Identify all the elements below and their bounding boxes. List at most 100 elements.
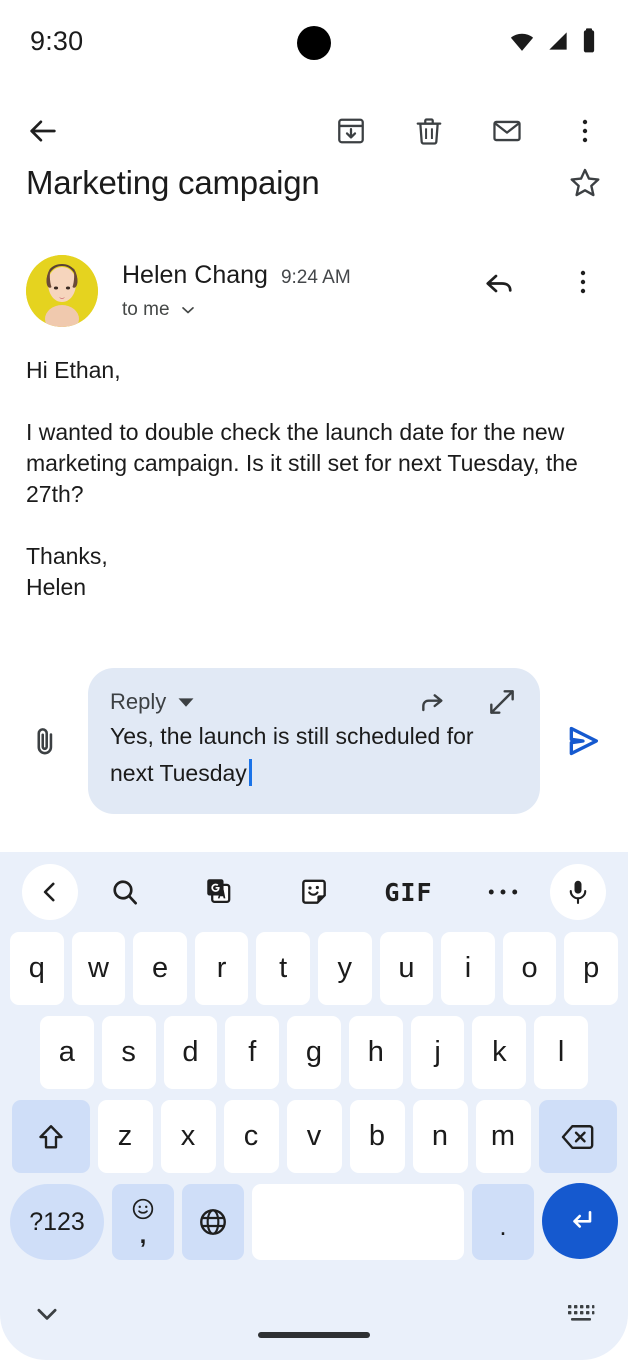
- keyboard-search-button[interactable]: [78, 876, 172, 908]
- archive-button[interactable]: [334, 114, 368, 148]
- back-button[interactable]: [26, 114, 60, 148]
- gif-icon: GIF: [384, 877, 433, 907]
- recipients-row[interactable]: to me: [122, 299, 351, 321]
- toolbar-overflow-button[interactable]: [568, 114, 602, 148]
- keyboard-row-4: ?123 , .: [6, 1183, 622, 1260]
- keyboard-back-button[interactable]: [22, 864, 78, 920]
- attach-button[interactable]: [18, 724, 72, 758]
- key-d[interactable]: d: [163, 1016, 218, 1089]
- key-n[interactable]: n: [412, 1100, 468, 1173]
- key-y[interactable]: y: [318, 932, 372, 1005]
- reply-text-field[interactable]: Yes, the launch is still scheduled for n…: [110, 718, 518, 792]
- system-nav-bar: [0, 1268, 628, 1360]
- key-v[interactable]: v: [286, 1100, 342, 1173]
- compose-bar: Reply Yes, the launch is still scheduled…: [0, 668, 628, 814]
- draft-text: Yes, the launch is still scheduled for n…: [110, 723, 474, 786]
- search-icon: [109, 876, 141, 908]
- key-q[interactable]: q: [10, 932, 64, 1005]
- sender-row: Helen Chang 9:24 AM to me: [0, 255, 628, 327]
- caret-down-icon[interactable]: [177, 693, 195, 711]
- sticker-icon: [298, 876, 330, 908]
- keyboard-translate-button[interactable]: [172, 875, 266, 909]
- reply-button[interactable]: [482, 265, 516, 299]
- key-b[interactable]: b: [349, 1100, 405, 1173]
- key-k[interactable]: k: [472, 1016, 527, 1089]
- keyboard-mic-button[interactable]: [550, 864, 607, 920]
- key-s[interactable]: s: [101, 1016, 156, 1089]
- key-o[interactable]: o: [502, 932, 557, 1005]
- key-c[interactable]: c: [223, 1100, 279, 1173]
- keyboard-gif-button[interactable]: GIF: [361, 878, 455, 907]
- sender-time: 9:24 AM: [280, 267, 351, 288]
- keyboard-more-button[interactable]: [456, 886, 550, 898]
- email-body: Hi Ethan, I wanted to double check the l…: [26, 357, 578, 600]
- home-gesture-bar[interactable]: [258, 1332, 370, 1338]
- emoji-key[interactable]: ,: [112, 1184, 174, 1260]
- trash-icon: [413, 115, 445, 147]
- status-icons: [508, 27, 598, 55]
- switch-keyboard-button[interactable]: [564, 1297, 598, 1331]
- key-a[interactable]: a: [39, 1016, 94, 1089]
- reply-card[interactable]: Reply Yes, the launch is still scheduled…: [88, 668, 540, 814]
- send-button[interactable]: [556, 721, 610, 761]
- symbols-key[interactable]: ?123: [10, 1184, 104, 1260]
- key-u[interactable]: u: [379, 932, 434, 1005]
- key-e[interactable]: e: [133, 932, 187, 1005]
- keyboard-row-2: a s d f g h j k l: [6, 1016, 622, 1089]
- emoji-smile-icon: [130, 1196, 156, 1222]
- message-overflow-button[interactable]: [566, 265, 600, 299]
- enter-key[interactable]: [542, 1183, 618, 1259]
- hide-keyboard-button[interactable]: [30, 1297, 64, 1331]
- avatar[interactable]: [26, 255, 98, 327]
- phone-screen: 9:30 Marketing campaign Helen Chang 9:24…: [0, 0, 628, 1360]
- keyboard-rows: q w e r t y u i o p a s d f g h j k l z …: [0, 932, 628, 1260]
- key-l[interactable]: l: [534, 1016, 589, 1089]
- backspace-key[interactable]: [538, 1100, 617, 1173]
- keyboard-icon: [566, 1301, 596, 1327]
- chevron-down-icon: [32, 1299, 62, 1329]
- key-p[interactable]: p: [564, 932, 618, 1005]
- cellular-signal-icon: [545, 28, 571, 54]
- reply-arrow-icon: [481, 264, 517, 300]
- expand-compose-button[interactable]: [486, 686, 518, 718]
- key-h[interactable]: h: [348, 1016, 403, 1089]
- delete-button[interactable]: [412, 114, 446, 148]
- forward-button[interactable]: [416, 686, 448, 718]
- reply-mode-label[interactable]: Reply: [110, 689, 166, 715]
- app-toolbar: [0, 98, 628, 164]
- key-r[interactable]: r: [194, 932, 249, 1005]
- archive-icon: [335, 115, 367, 147]
- star-button[interactable]: [568, 166, 602, 200]
- key-i[interactable]: i: [441, 932, 495, 1005]
- key-f[interactable]: f: [225, 1016, 280, 1089]
- key-w[interactable]: w: [71, 932, 126, 1005]
- key-g[interactable]: g: [287, 1016, 341, 1089]
- expand-diagonal-icon: [486, 686, 518, 718]
- period-key[interactable]: .: [472, 1184, 534, 1260]
- subject-row: Marketing campaign: [0, 164, 628, 202]
- key-x[interactable]: x: [160, 1100, 216, 1173]
- key-j[interactable]: j: [410, 1016, 465, 1089]
- key-m[interactable]: m: [475, 1100, 531, 1173]
- mark-unread-button[interactable]: [490, 114, 524, 148]
- space-key[interactable]: [252, 1184, 464, 1260]
- globe-icon: [197, 1206, 229, 1238]
- shift-key[interactable]: [11, 1100, 90, 1173]
- key-t[interactable]: t: [256, 932, 310, 1005]
- more-horiz-icon: [487, 886, 519, 898]
- key-z[interactable]: z: [97, 1100, 153, 1173]
- shift-up-icon: [36, 1122, 66, 1152]
- text-cursor: [248, 759, 252, 786]
- paperclip-icon: [28, 724, 62, 758]
- chevron-left-icon: [37, 879, 63, 905]
- wifi-icon: [508, 27, 536, 55]
- keyboard-row-3: z x c v b n m: [6, 1100, 622, 1173]
- enter-return-icon: [565, 1206, 595, 1236]
- star-outline-icon: [566, 164, 604, 202]
- language-key[interactable]: [182, 1184, 244, 1260]
- comma-label: ,: [139, 1222, 147, 1249]
- keyboard-sticker-button[interactable]: [267, 876, 361, 908]
- page-title: Marketing campaign: [26, 164, 320, 201]
- reply-header: Reply: [110, 686, 518, 718]
- more-vert-icon: [569, 267, 597, 297]
